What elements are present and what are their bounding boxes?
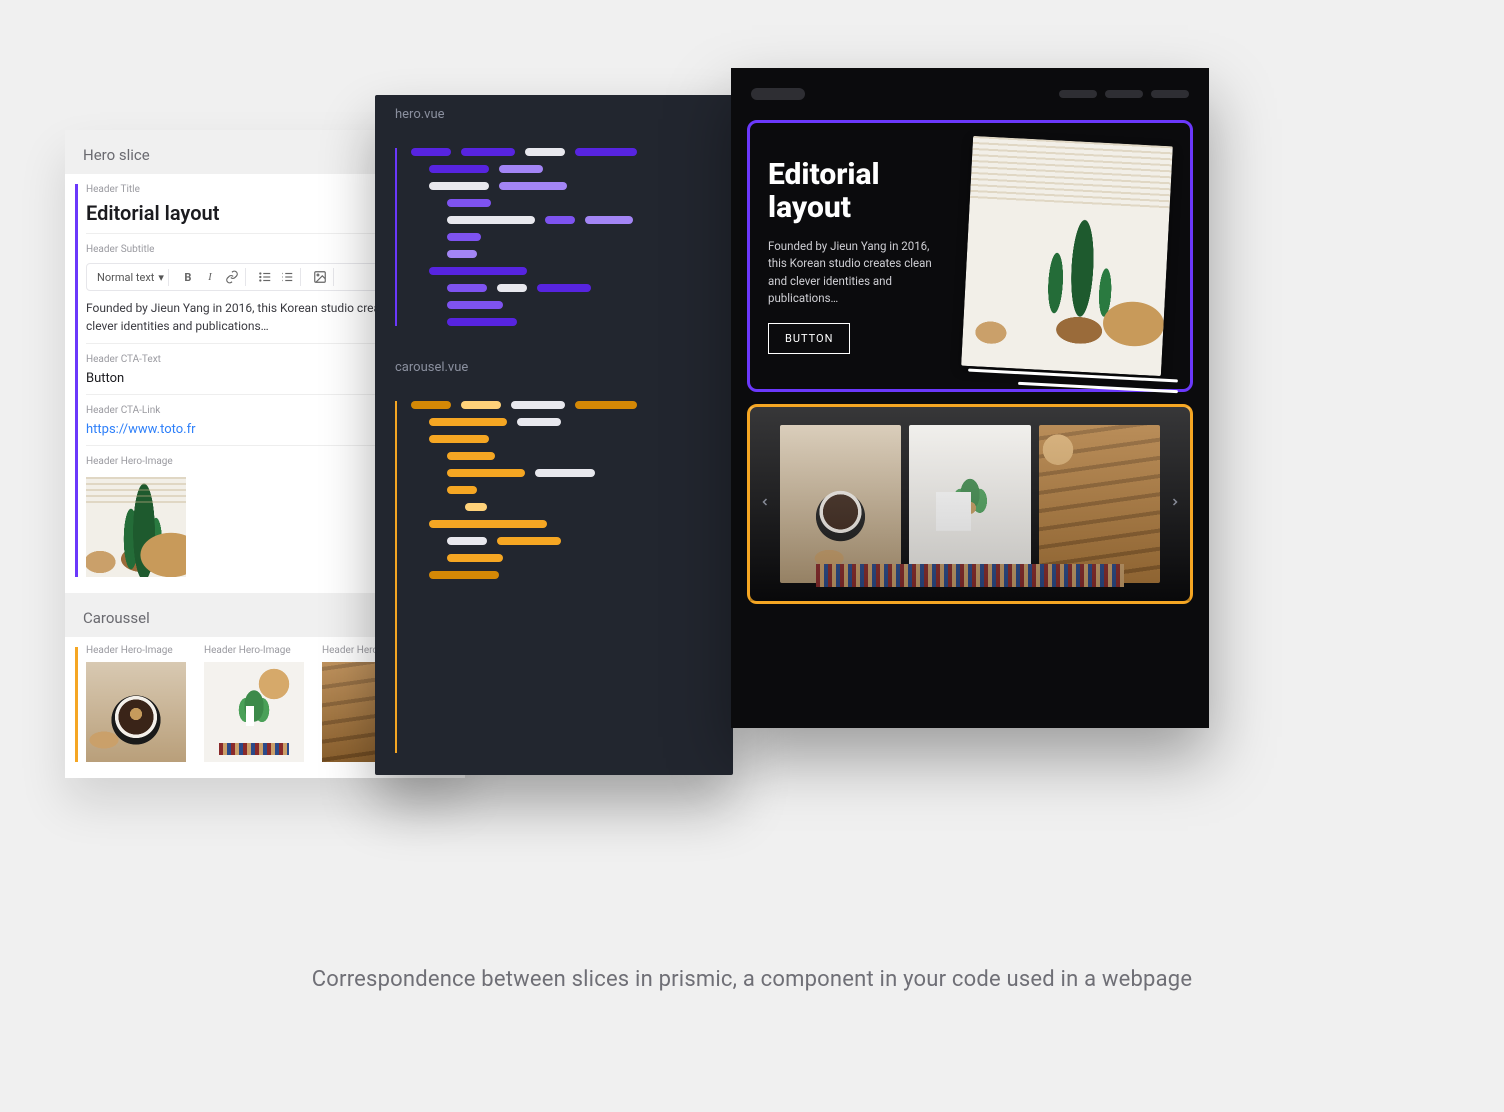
- carousel-item-label: Header Hero-Image: [204, 639, 308, 662]
- carousel-item-label: Header Hero-Image: [86, 639, 190, 662]
- bullet-list-button[interactable]: [256, 268, 274, 286]
- preview-hero-title: Editorial layout: [768, 158, 946, 224]
- carousel-code-lines: [411, 401, 637, 753]
- preview-hero-subtitle: Founded by Jieun Yang in 2016, this Kore…: [768, 238, 946, 307]
- code-block-hero: [375, 134, 733, 348]
- carousel-code-accent: [395, 401, 397, 753]
- hero-code-accent: [395, 148, 397, 326]
- preview-nav-item[interactable]: [1105, 90, 1143, 98]
- file-tab-carousel[interactable]: carousel.vue: [375, 348, 733, 387]
- preview-nav-item[interactable]: [1059, 90, 1097, 98]
- preview-nav-item[interactable]: [1151, 90, 1189, 98]
- webpage-preview-panel: Editorial layout Founded by Jieun Yang i…: [731, 68, 1209, 728]
- figure-caption: Correspondence between slices in prismic…: [0, 967, 1504, 992]
- image-button[interactable]: [311, 268, 329, 286]
- carousel-accent-bar: [75, 647, 78, 762]
- carousel-thumb-1[interactable]: [86, 662, 186, 762]
- hero-code-lines: [411, 148, 637, 326]
- hero-image-thumb[interactable]: [86, 477, 186, 577]
- preview-logo-placeholder: [751, 88, 805, 100]
- preview-carousel-section: [747, 404, 1193, 604]
- preview-hero-button[interactable]: BUTTON: [768, 323, 850, 354]
- italic-button[interactable]: I: [201, 268, 219, 286]
- chevron-down-icon: ▾: [158, 271, 164, 284]
- toolbar-style-label: Normal text: [97, 271, 154, 284]
- preview-hero-section: Editorial layout Founded by Jieun Yang i…: [747, 120, 1193, 392]
- preview-hero-image-wrap: [962, 141, 1172, 371]
- bold-button[interactable]: B: [179, 268, 197, 286]
- hero-accent-bar: [75, 184, 78, 577]
- preview-hero-image: [961, 136, 1173, 376]
- code-panel: hero.vue carousel.vue: [375, 95, 733, 775]
- code-block-carousel: [375, 387, 733, 775]
- link-button[interactable]: [223, 268, 241, 286]
- file-tab-hero[interactable]: hero.vue: [375, 95, 733, 134]
- toolbar-style-select[interactable]: Normal text ▾: [93, 269, 169, 286]
- preview-topbar: [747, 84, 1193, 108]
- decorative-line-icon: [1018, 382, 1178, 393]
- preview-carousel-image-3[interactable]: [1039, 425, 1161, 583]
- ordered-list-button[interactable]: [278, 268, 296, 286]
- carousel-thumb-2[interactable]: [204, 662, 304, 762]
